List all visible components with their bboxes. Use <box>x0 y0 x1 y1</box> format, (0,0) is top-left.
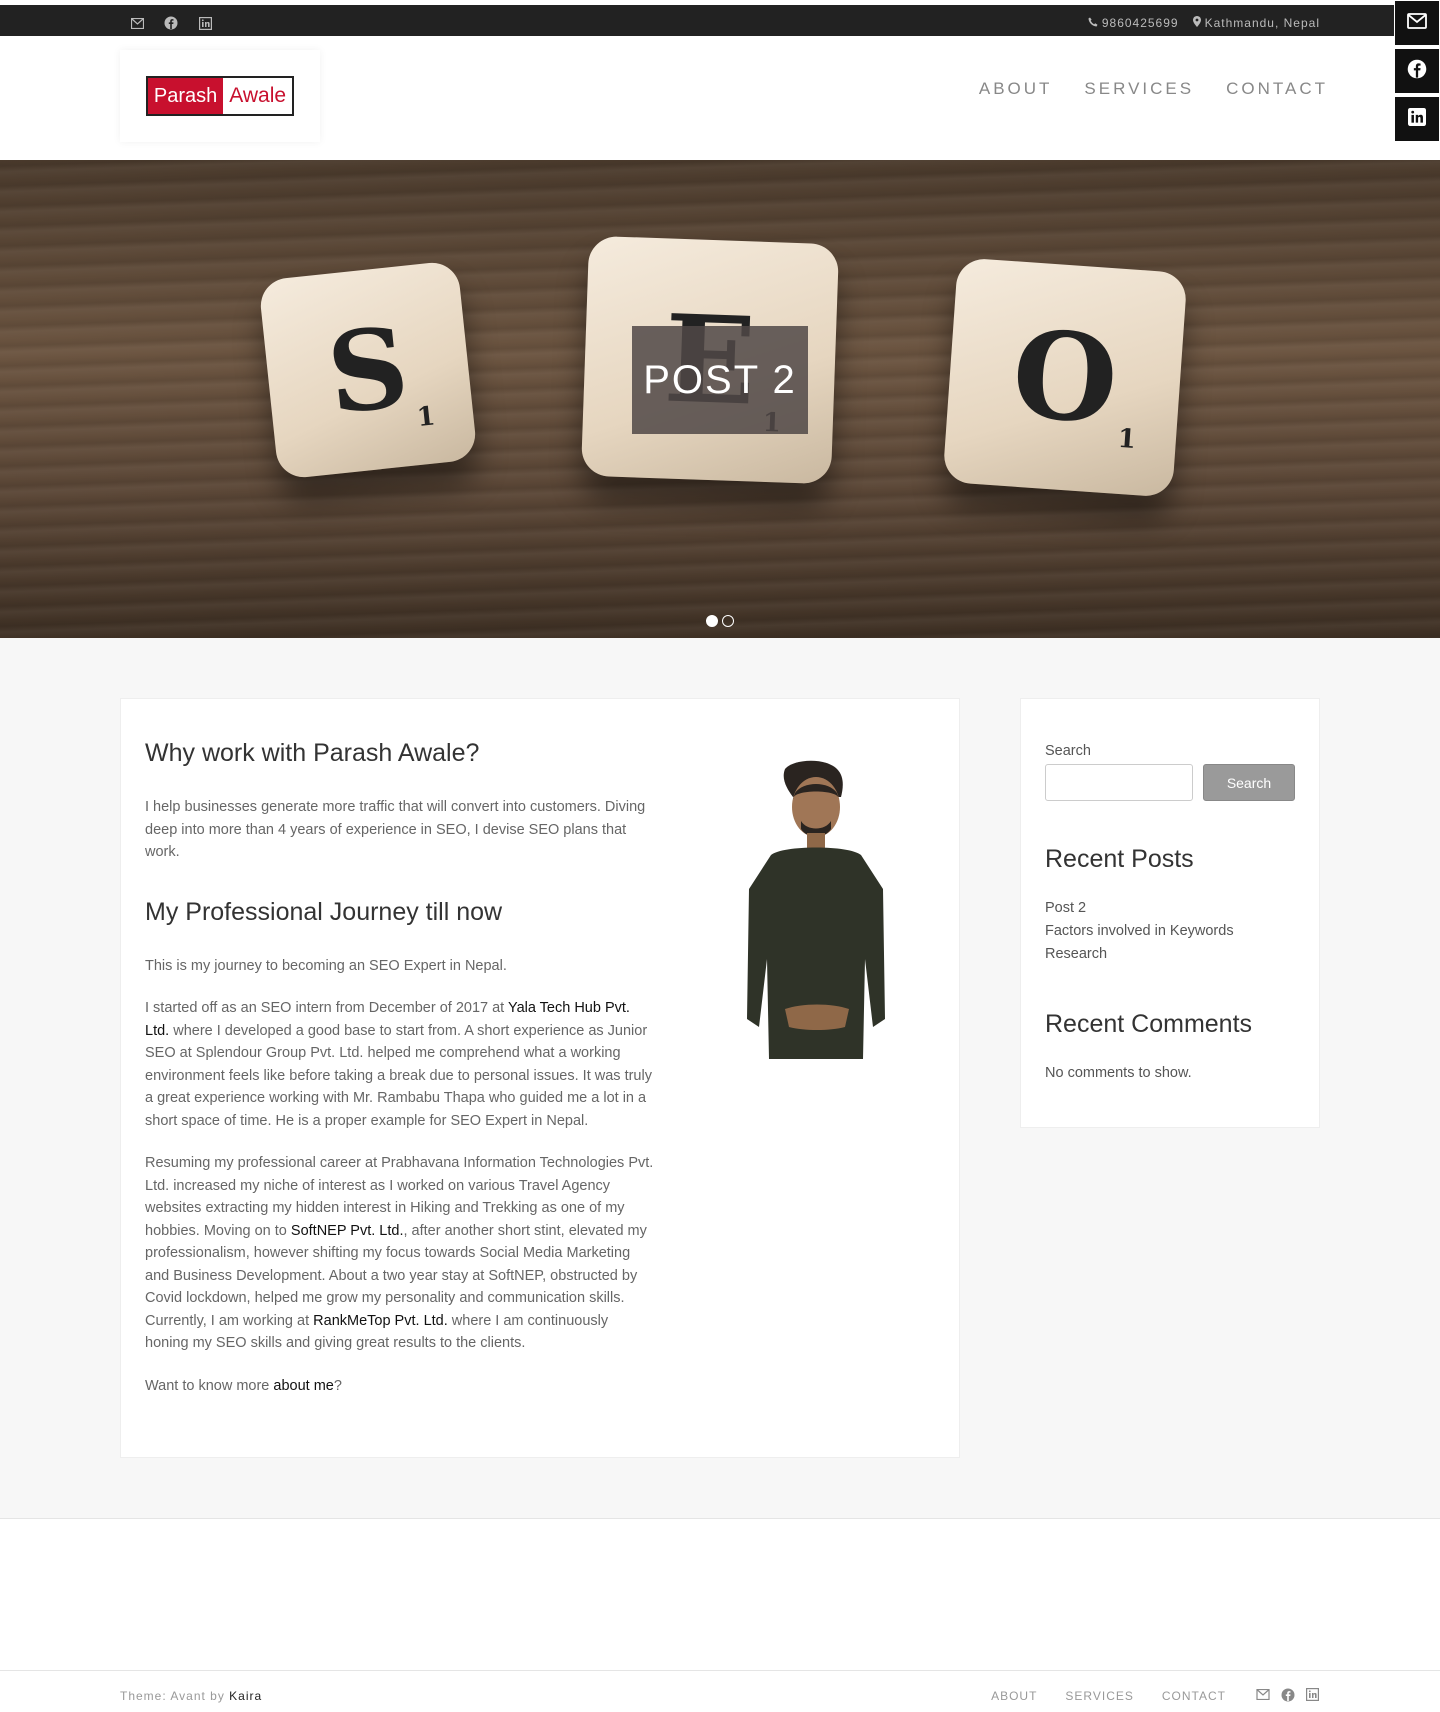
facebook-icon[interactable] <box>1280 1687 1295 1702</box>
about-me-paragraph: Want to know more about me? <box>145 1375 655 1398</box>
text-span: ? <box>333 1377 342 1394</box>
linkedin-icon[interactable] <box>1305 1687 1320 1702</box>
linkedin-icon[interactable] <box>196 14 214 32</box>
envelope-icon <box>1407 12 1427 34</box>
journey-paragraph-2: I started off as an SEO intern from Dece… <box>145 997 655 1132</box>
nav-contact[interactable]: CONTACT <box>1226 79 1328 99</box>
tile-subscript: 1 <box>415 401 437 434</box>
slider-dot-2[interactable] <box>722 615 734 627</box>
logo-link[interactable]: Parash Awale <box>120 50 320 142</box>
side-facebook-button[interactable] <box>1394 48 1440 94</box>
text-span: I started off as an SEO intern from Dece… <box>145 1000 508 1016</box>
location-text: Kathmandu, Nepal <box>1204 16 1320 30</box>
logo-part2: Awale <box>223 78 293 114</box>
footer-widget-area <box>0 1518 1440 1670</box>
heading-why-work: Why work with Parash Awale? <box>145 739 480 767</box>
envelope-icon[interactable] <box>128 14 146 32</box>
tile-subscript: 1 <box>1116 423 1137 456</box>
topbar-contact: 9860425699 Kathmandu, Nepal <box>1088 16 1320 30</box>
slider-dots <box>706 615 734 627</box>
footer-nav: ABOUT SERVICES CONTACT <box>991 1689 1226 1703</box>
tile-letter: S <box>321 301 415 439</box>
main-content: Why work with Parash Awale? I help busin… <box>120 698 960 1458</box>
side-linkedin-button[interactable] <box>1394 96 1440 142</box>
intro-paragraph: I help businesses generate more traffic … <box>145 799 646 860</box>
theme-credit: Theme: Avant by Kaira <box>120 1689 262 1703</box>
footer-nav-contact[interactable]: CONTACT <box>1162 1689 1226 1703</box>
phone-item[interactable]: 9860425699 <box>1088 16 1179 30</box>
about-me-link[interactable]: about me <box>273 1378 333 1394</box>
facebook-icon <box>1407 59 1427 84</box>
journey-paragraph-3: Resuming my professional career at Prabh… <box>145 1152 655 1355</box>
site-header: Parash Awale ABOUT SERVICES CONTACT <box>0 36 1440 160</box>
sidebar: Search Search Recent Posts Post 2 Factor… <box>1020 698 1320 1128</box>
slider-dot-1[interactable] <box>706 615 718 627</box>
phone-icon <box>1088 16 1098 30</box>
main-nav: ABOUT SERVICES CONTACT <box>979 79 1328 99</box>
phone-number: 9860425699 <box>1101 16 1179 30</box>
footer-social <box>1255 1687 1320 1702</box>
site-logo: Parash Awale <box>145 76 295 116</box>
side-envelope-button[interactable] <box>1394 0 1440 46</box>
profile-photo <box>733 759 903 1065</box>
footer-nav-services[interactable]: SERVICES <box>1065 1689 1133 1703</box>
softnep-link[interactable]: SoftNEP Pvt. Ltd. <box>291 1223 404 1239</box>
topbar-social <box>128 14 214 32</box>
credit-text: Theme: Avant by <box>120 1689 230 1703</box>
journey-paragraph-1: This is my journey to becoming an SEO Ex… <box>145 957 507 974</box>
nav-services[interactable]: SERVICES <box>1084 79 1194 99</box>
text-span: where I developed a good base to start f… <box>145 1022 652 1129</box>
top-bar: 9860425699 Kathmandu, Nepal <box>0 0 1440 36</box>
site-footer: Theme: Avant by Kaira ABOUT SERVICES CON… <box>0 1670 1440 1712</box>
tile-letter: O <box>1007 303 1123 452</box>
recent-post-item[interactable]: Post 2 <box>1045 897 1295 920</box>
content-text: Why work with Parash Awale? I help busin… <box>145 739 655 1397</box>
nav-about[interactable]: ABOUT <box>979 79 1053 99</box>
floating-social-bar <box>1394 0 1440 144</box>
map-marker-icon <box>1192 16 1201 30</box>
kaira-link[interactable]: Kaira <box>229 1689 262 1703</box>
recent-post-item[interactable]: Factors involved in Keywords Research <box>1045 920 1295 966</box>
no-comments-text: No comments to show. <box>1045 1065 1192 1081</box>
logo-part1: Parash <box>147 78 224 114</box>
envelope-icon[interactable] <box>1255 1687 1270 1702</box>
location-item: Kathmandu, Nepal <box>1192 16 1320 30</box>
recent-comments-heading: Recent Comments <box>1045 1010 1253 1038</box>
search-input[interactable] <box>1045 764 1193 801</box>
recent-posts-heading: Recent Posts <box>1045 845 1194 873</box>
text-span: Want to know more <box>145 1377 274 1394</box>
hero-title[interactable]: POST 2 <box>632 326 808 434</box>
recent-posts-list: Post 2 Factors involved in Keywords Rese… <box>1045 897 1295 966</box>
rankmetop-link[interactable]: RankMeTop Pvt. Ltd. <box>313 1313 448 1329</box>
facebook-icon[interactable] <box>162 14 180 32</box>
footer-nav-about[interactable]: ABOUT <box>991 1689 1037 1703</box>
search-label: Search <box>1045 743 1091 759</box>
tile-s: S 1 <box>258 260 478 480</box>
hero-slider: S 1 E 1 O 1 POST 2 <box>0 160 1440 638</box>
search-button[interactable]: Search <box>1203 764 1295 801</box>
linkedin-icon <box>1408 107 1426 131</box>
heading-journey: My Professional Journey till now <box>145 897 503 926</box>
tile-o: O 1 <box>942 257 1188 498</box>
